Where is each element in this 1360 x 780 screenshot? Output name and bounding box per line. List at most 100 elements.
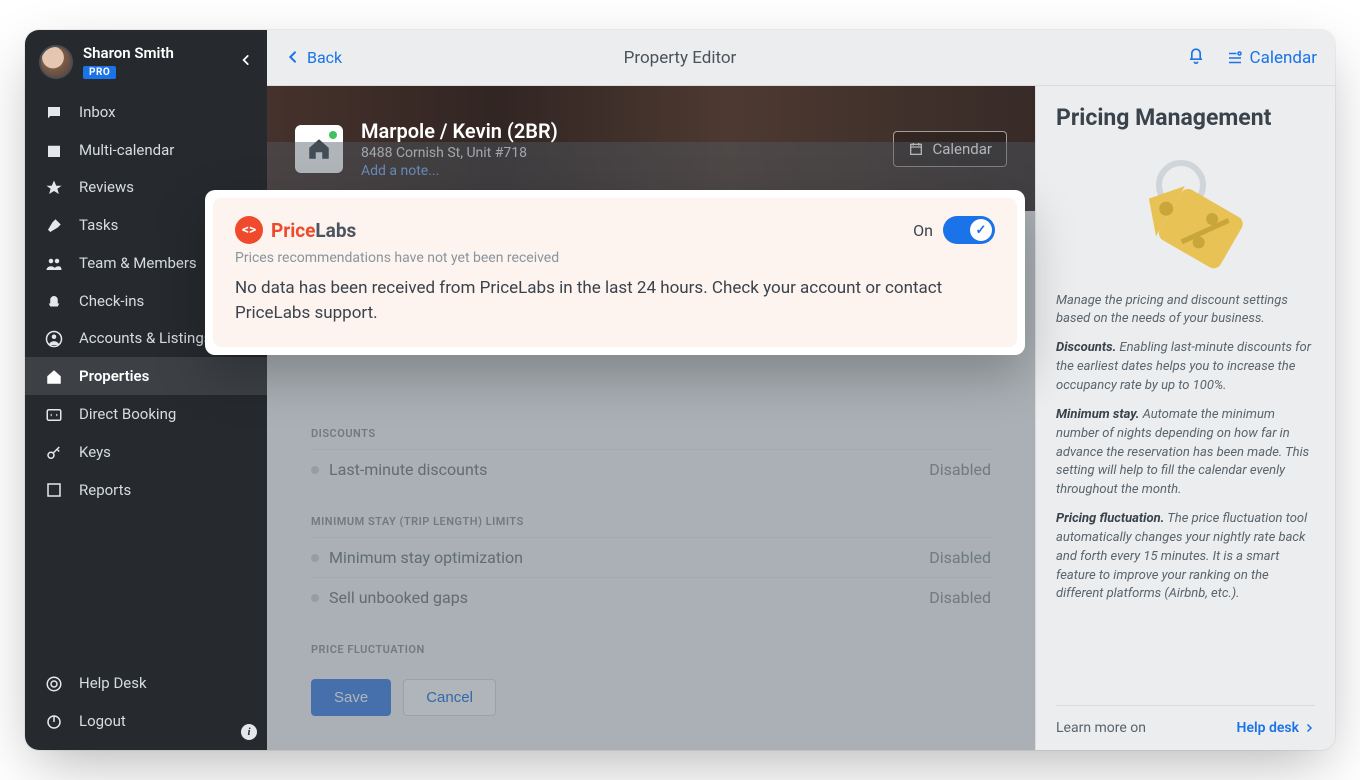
sidebar: Sharon Smith PRO Inbox Multi-calendar Re… [25,30,267,750]
setting-label: Minimum stay optimization [329,548,523,567]
topbar: Back Property Editor Calendar [267,30,1335,86]
open-calendar-label: Calendar [932,140,992,158]
section-heading: MINIMUM STAY (TRIP LENGTH) LIMITS [311,497,991,537]
star-icon [43,178,65,198]
help-desk-link-label: Help desk [1237,720,1299,736]
setting-row-lastminute[interactable]: Last-minute discounts Disabled [311,449,991,489]
chat-icon [43,102,65,122]
add-note-link[interactable]: Add a note... [361,163,558,179]
chart-icon [43,480,65,500]
help-p2-heading: Minimum stay. [1056,407,1139,422]
property-home-icon [295,125,343,173]
code-box-icon [43,404,65,424]
sidebar-item-label: Keys [79,443,111,461]
property-title: Marpole / Kevin (2BR) [361,119,558,143]
brand-name-1: Price [271,219,315,242]
notifications-icon[interactable] [1186,45,1206,70]
sidebar-item-label: Logout [79,712,126,730]
calendar-icon [43,140,65,160]
sidebar-item-properties[interactable]: Properties [25,357,267,395]
lifebuoy-icon [43,673,65,693]
sidebar-item-inbox[interactable]: Inbox [25,93,267,131]
status-dot-icon [311,466,319,474]
user-circle-icon [43,329,65,349]
setting-status: Disabled [929,588,991,607]
app-window: Sharon Smith PRO Inbox Multi-calendar Re… [25,30,1335,750]
switch-on-icon: ✓ [943,216,995,244]
setting-label: Sell unbooked gaps [329,588,468,607]
sidebar-item-multicalendar[interactable]: Multi-calendar [25,131,267,169]
setting-status: Disabled [929,548,991,567]
chevron-left-icon [285,48,301,68]
pricelabs-card: <> PriceLabs On ✓ Prices recommendations… [205,190,1025,355]
sidebar-item-label: Inbox [79,103,116,121]
brand-name-2: Labs [315,219,356,242]
sidebar-item-keys[interactable]: Keys [25,433,267,471]
property-address: 8488 Cornish St, Unit #718 [361,145,558,161]
back-button[interactable]: Back [285,48,342,68]
calendar-list-icon [1226,49,1244,67]
action-bar: Save Cancel [311,665,991,736]
left-panel: Marpole / Kevin (2BR) 8488 Cornish St, U… [267,86,1035,750]
status-dot-icon [311,594,319,602]
sidebar-item-logout[interactable]: Logout [25,702,267,740]
price-tag-illustration [1056,142,1315,292]
toggle-label: On [913,221,933,240]
back-label: Back [307,48,342,67]
sidebar-item-label: Reports [79,481,131,499]
setting-row-unbooked[interactable]: Sell unbooked gaps Disabled [311,577,991,617]
pricelabs-brand: <> PriceLabs [235,216,356,244]
setting-label: Last-minute discounts [329,460,487,479]
sidebar-item-label: Help Desk [79,674,147,692]
home-icon [43,366,65,386]
help-intro: Manage the pricing and discount settings… [1056,292,1315,330]
sidebar-item-label: Reviews [79,178,134,196]
pricelabs-toggle[interactable]: On ✓ [913,216,995,244]
section-heading: PRICE FLUCTUATION [311,625,991,665]
sidebar-item-reports[interactable]: Reports [25,471,267,509]
calendar-icon [908,141,924,157]
bell-icon [43,291,65,311]
sidebar-item-label: Direct Booking [79,405,176,423]
help-p1-heading: Discounts. [1056,340,1116,355]
sidebar-bottom: Help Desk Logout [25,660,267,740]
avatar[interactable] [39,45,73,79]
user-row: Sharon Smith PRO [25,30,267,89]
pricelabs-message: No data has been received from PriceLabs… [235,276,995,325]
power-icon [43,711,65,731]
calendar-link-label: Calendar [1250,48,1317,68]
sidebar-item-label: Accounts & Listings [79,329,212,347]
help-panel: Pricing Management [1035,86,1335,750]
help-footer: Learn more on Help desk [1056,705,1315,750]
help-desk-link[interactable]: Help desk [1237,720,1315,736]
open-calendar-button[interactable]: Calendar [893,131,1007,167]
chevron-right-icon [1303,722,1315,734]
content-row: Marpole / Kevin (2BR) 8488 Cornish St, U… [267,86,1335,750]
setting-status: Disabled [929,460,991,479]
pricelabs-subhead: Prices recommendations have not yet been… [235,250,995,266]
cancel-button[interactable]: Cancel [403,679,496,716]
user-name: Sharon Smith [83,44,174,62]
sidebar-item-directbooking[interactable]: Direct Booking [25,395,267,433]
sidebar-item-label: Check-ins [79,292,144,310]
broom-icon [43,215,65,235]
help-p3-heading: Pricing fluctuation. [1056,511,1164,526]
key-icon [43,442,65,462]
help-footer-label: Learn more on [1056,720,1146,736]
section-heading: DISCOUNTS [311,409,991,449]
save-button[interactable]: Save [311,679,391,716]
help-title: Pricing Management [1056,104,1315,132]
sidebar-item-label: Team & Members [79,254,197,272]
setting-row-minstay[interactable]: Minimum stay optimization Disabled [311,537,991,577]
sidebar-collapse-button[interactable] [239,51,253,72]
info-icon[interactable]: i [241,724,257,740]
sidebar-item-label: Tasks [79,216,118,234]
sidebar-item-label: Properties [79,367,149,385]
main: Back Property Editor Calendar [267,30,1335,750]
calendar-link[interactable]: Calendar [1226,48,1317,68]
sidebar-item-helpdesk[interactable]: Help Desk [25,664,267,702]
page-title: Property Editor [624,48,737,68]
status-dot-icon [311,554,319,562]
sidebar-item-label: Multi-calendar [79,141,174,159]
people-icon [43,253,65,273]
